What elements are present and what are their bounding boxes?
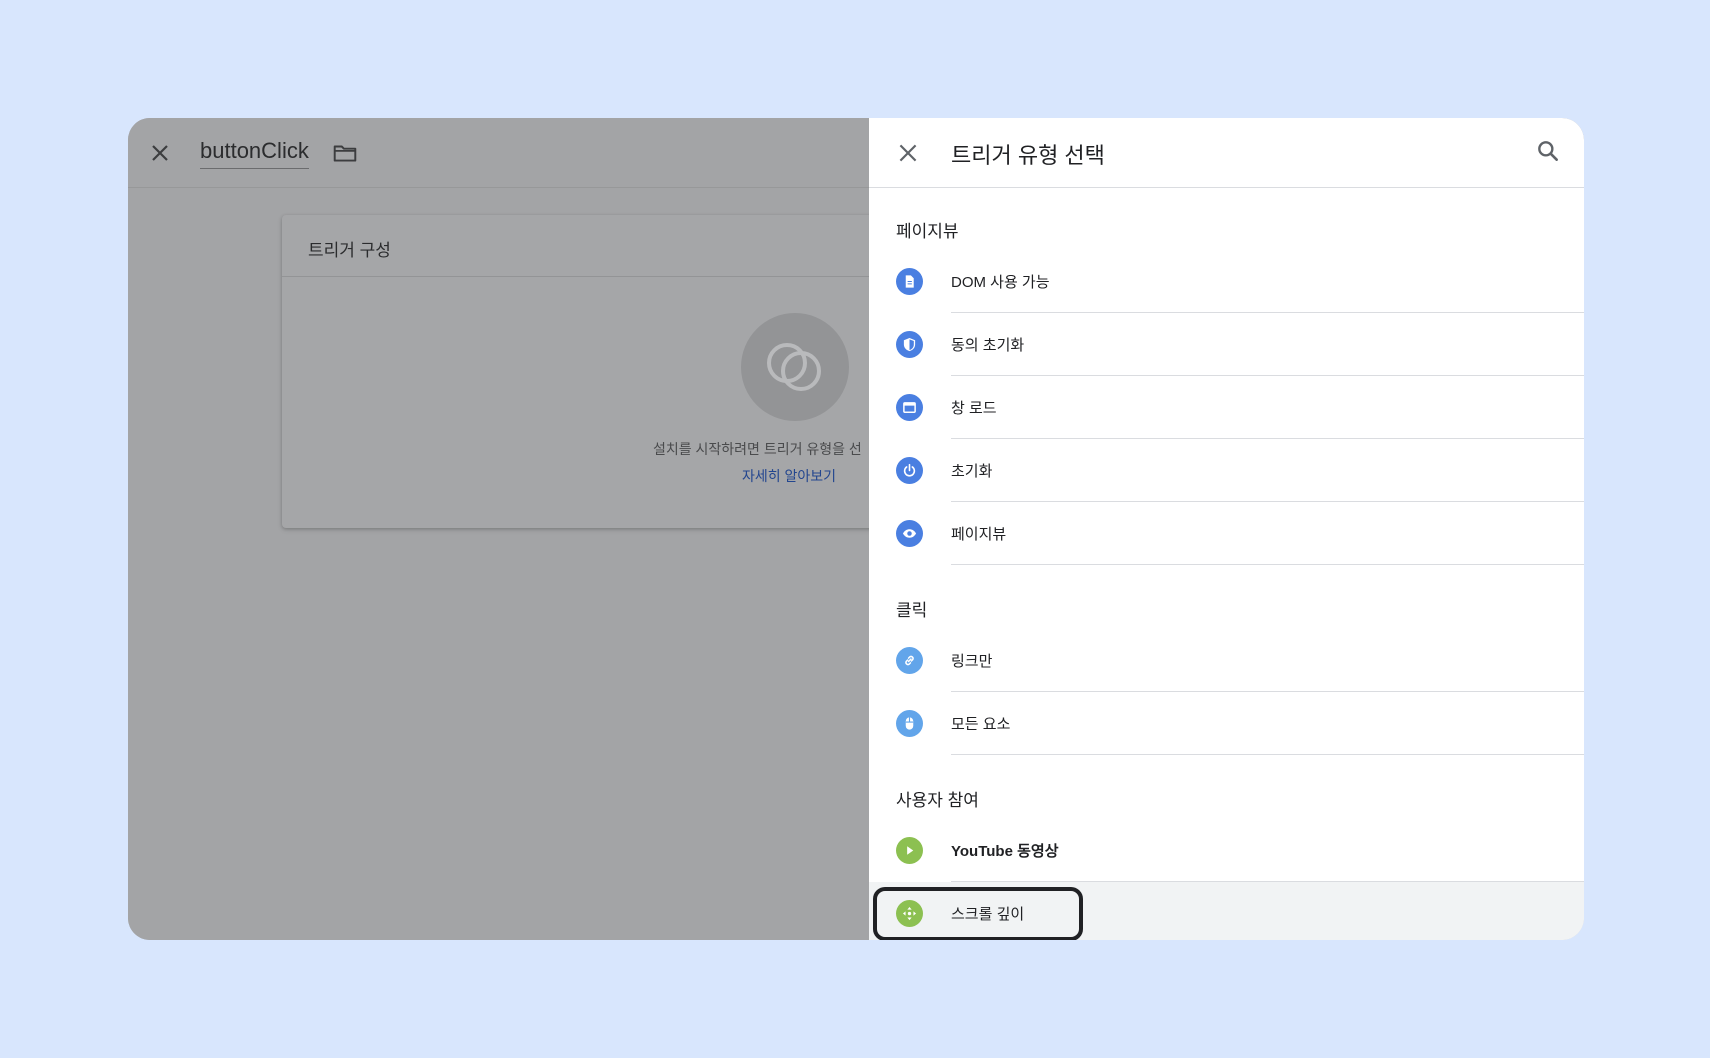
folder-icon[interactable]: [332, 140, 358, 166]
tag-manager-window: buttonClick 트리거 구성 설치를 시작하려면 트리거 유형을 선 자…: [128, 118, 1584, 940]
trigger-type-page-view[interactable]: 페이지뷰: [869, 502, 1584, 565]
trigger-type-label: YouTube 동영상: [951, 843, 1059, 860]
trigger-type-label: 모든 요소: [951, 716, 1011, 733]
trigger-config-card[interactable]: 트리거 구성 설치를 시작하려면 트리거 유형을 선 자세히 알아보기: [282, 215, 922, 528]
section-title-click: 클릭: [896, 601, 928, 620]
trigger-type-consent-init[interactable]: 동의 초기화: [869, 313, 1584, 376]
document-icon: [896, 268, 923, 295]
trigger-type-label: 링크만: [951, 653, 993, 670]
power-icon: [896, 457, 923, 484]
trigger-editor: buttonClick 트리거 구성 설치를 시작하려면 트리거 유형을 선 자…: [128, 118, 922, 940]
trigger-type-panel: 트리거 유형 선택 페이지뷰 DOM 사용 가능 동의 초기화 창 로드 초기화…: [869, 118, 1584, 940]
trigger-type-scroll-depth[interactable]: 스크롤 깊이: [869, 882, 1584, 940]
shield-icon: [896, 331, 923, 358]
scroll-icon: [896, 900, 923, 927]
trigger-type-just-links[interactable]: 링크만: [869, 629, 1584, 692]
learn-more-link[interactable]: 자세히 알아보기: [742, 466, 836, 486]
search-icon[interactable]: [1535, 138, 1561, 164]
trigger-type-window-loaded[interactable]: 창 로드: [869, 376, 1584, 439]
section-title-pageview: 페이지뷰: [896, 222, 959, 241]
trigger-type-icon: [767, 343, 821, 391]
close-icon[interactable]: [895, 140, 921, 166]
editor-header: buttonClick: [128, 118, 869, 188]
trigger-type-label: 창 로드: [951, 400, 997, 417]
trigger-placeholder[interactable]: [741, 313, 849, 421]
trigger-type-label: 페이지뷰: [951, 526, 1007, 543]
card-title: 트리거 구성: [282, 215, 922, 277]
divider: [951, 564, 1584, 565]
trigger-name[interactable]: buttonClick: [200, 138, 309, 169]
panel-title: 트리거 유형 선택: [951, 143, 1105, 168]
close-icon[interactable]: [148, 141, 172, 165]
panel-header: 트리거 유형 선택: [869, 118, 1584, 188]
trigger-type-label: 스크롤 깊이: [951, 906, 1025, 923]
window-icon: [896, 394, 923, 421]
trigger-type-label: DOM 사용 가능: [951, 274, 1050, 291]
trigger-type-initialization[interactable]: 초기화: [869, 439, 1584, 502]
config-hint: 설치를 시작하려면 트리거 유형을 선: [653, 441, 862, 457]
eye-icon: [896, 520, 923, 547]
trigger-type-all-elements[interactable]: 모든 요소: [869, 692, 1584, 755]
play-icon: [896, 837, 923, 864]
section-title-user-engagement: 사용자 참여: [896, 791, 979, 810]
trigger-type-label: 동의 초기화: [951, 337, 1025, 354]
link-icon: [896, 647, 923, 674]
mouse-icon: [896, 710, 923, 737]
divider: [951, 754, 1584, 755]
trigger-type-youtube-video[interactable]: YouTube 동영상: [869, 819, 1584, 882]
trigger-type-label: 초기화: [951, 463, 993, 480]
trigger-type-dom-ready[interactable]: DOM 사용 가능: [869, 250, 1584, 313]
